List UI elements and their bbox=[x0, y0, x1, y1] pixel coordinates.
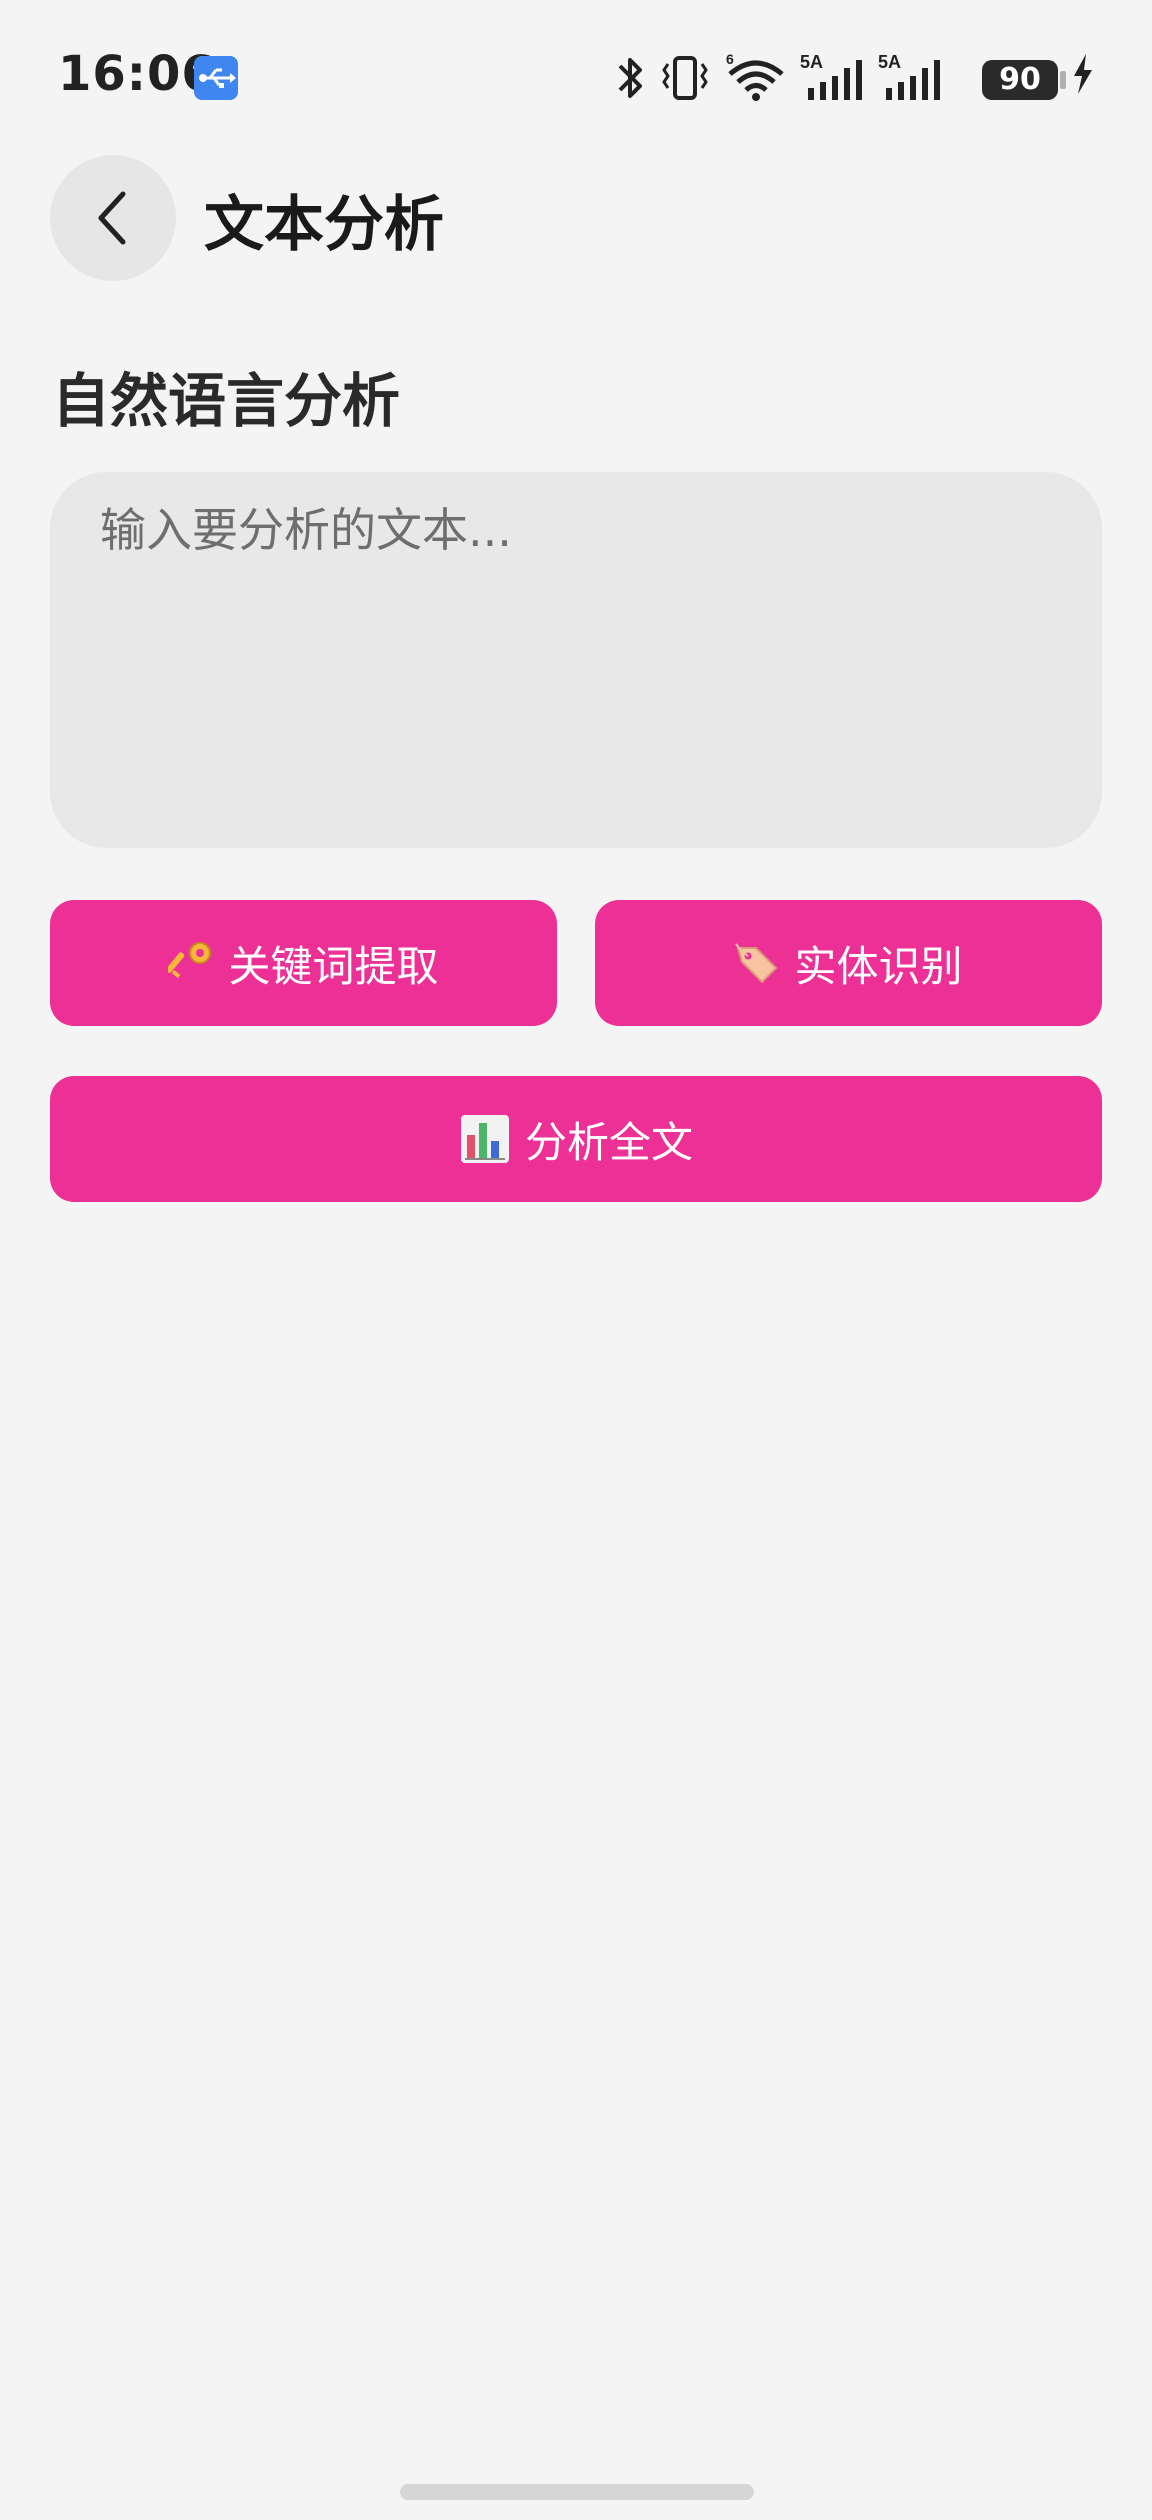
text-input[interactable] bbox=[50, 472, 1102, 848]
keyword-extraction-label: 关键词提取 bbox=[228, 941, 439, 991]
battery-nub bbox=[1060, 71, 1066, 89]
entity-recognition-label: 实体识别 bbox=[794, 941, 963, 991]
back-button[interactable] bbox=[50, 155, 176, 281]
text-analysis-screen: 16:06 6 5A 5A 90 文本分析 自然语言分析 输入要分析的文本...… bbox=[0, 0, 1152, 2520]
svg-text:5A: 5A bbox=[878, 52, 901, 72]
analyze-full-text-label: 分析全文 bbox=[524, 1117, 693, 1167]
status-time: 16:06 bbox=[58, 46, 216, 102]
svg-text:5A: 5A bbox=[800, 52, 823, 72]
keyword-extraction-button[interactable]: 关键词提取 bbox=[50, 900, 557, 1026]
entity-recognition-button[interactable]: 实体识别 bbox=[595, 900, 1102, 1026]
home-indicator[interactable] bbox=[400, 2484, 754, 2500]
wifi-icon: 6 bbox=[726, 52, 784, 101]
key-icon bbox=[168, 940, 214, 986]
status-bar: 16:06 6 5A 5A 90 bbox=[0, 0, 1152, 150]
signal-icon: 5A bbox=[878, 52, 940, 100]
status-icons: 6 5A 5A 90 bbox=[614, 52, 1094, 108]
svg-text:6: 6 bbox=[726, 52, 734, 67]
battery-icon: 90 bbox=[982, 60, 1058, 100]
usb-icon bbox=[194, 56, 238, 100]
charging-icon bbox=[1074, 54, 1092, 94]
analyze-full-text-button[interactable]: 分析全文 bbox=[50, 1076, 1102, 1202]
section-title: 自然语言分析 bbox=[52, 367, 401, 435]
tag-icon bbox=[734, 940, 780, 986]
signal-icon: 5A bbox=[800, 52, 862, 100]
bluetooth-icon bbox=[618, 58, 642, 98]
page-title: 文本分析 bbox=[204, 190, 444, 260]
bar-chart-icon bbox=[459, 1113, 511, 1165]
battery-level: 90 bbox=[999, 62, 1041, 97]
chevron-left-icon bbox=[98, 191, 126, 245]
vibrate-icon bbox=[662, 56, 708, 100]
